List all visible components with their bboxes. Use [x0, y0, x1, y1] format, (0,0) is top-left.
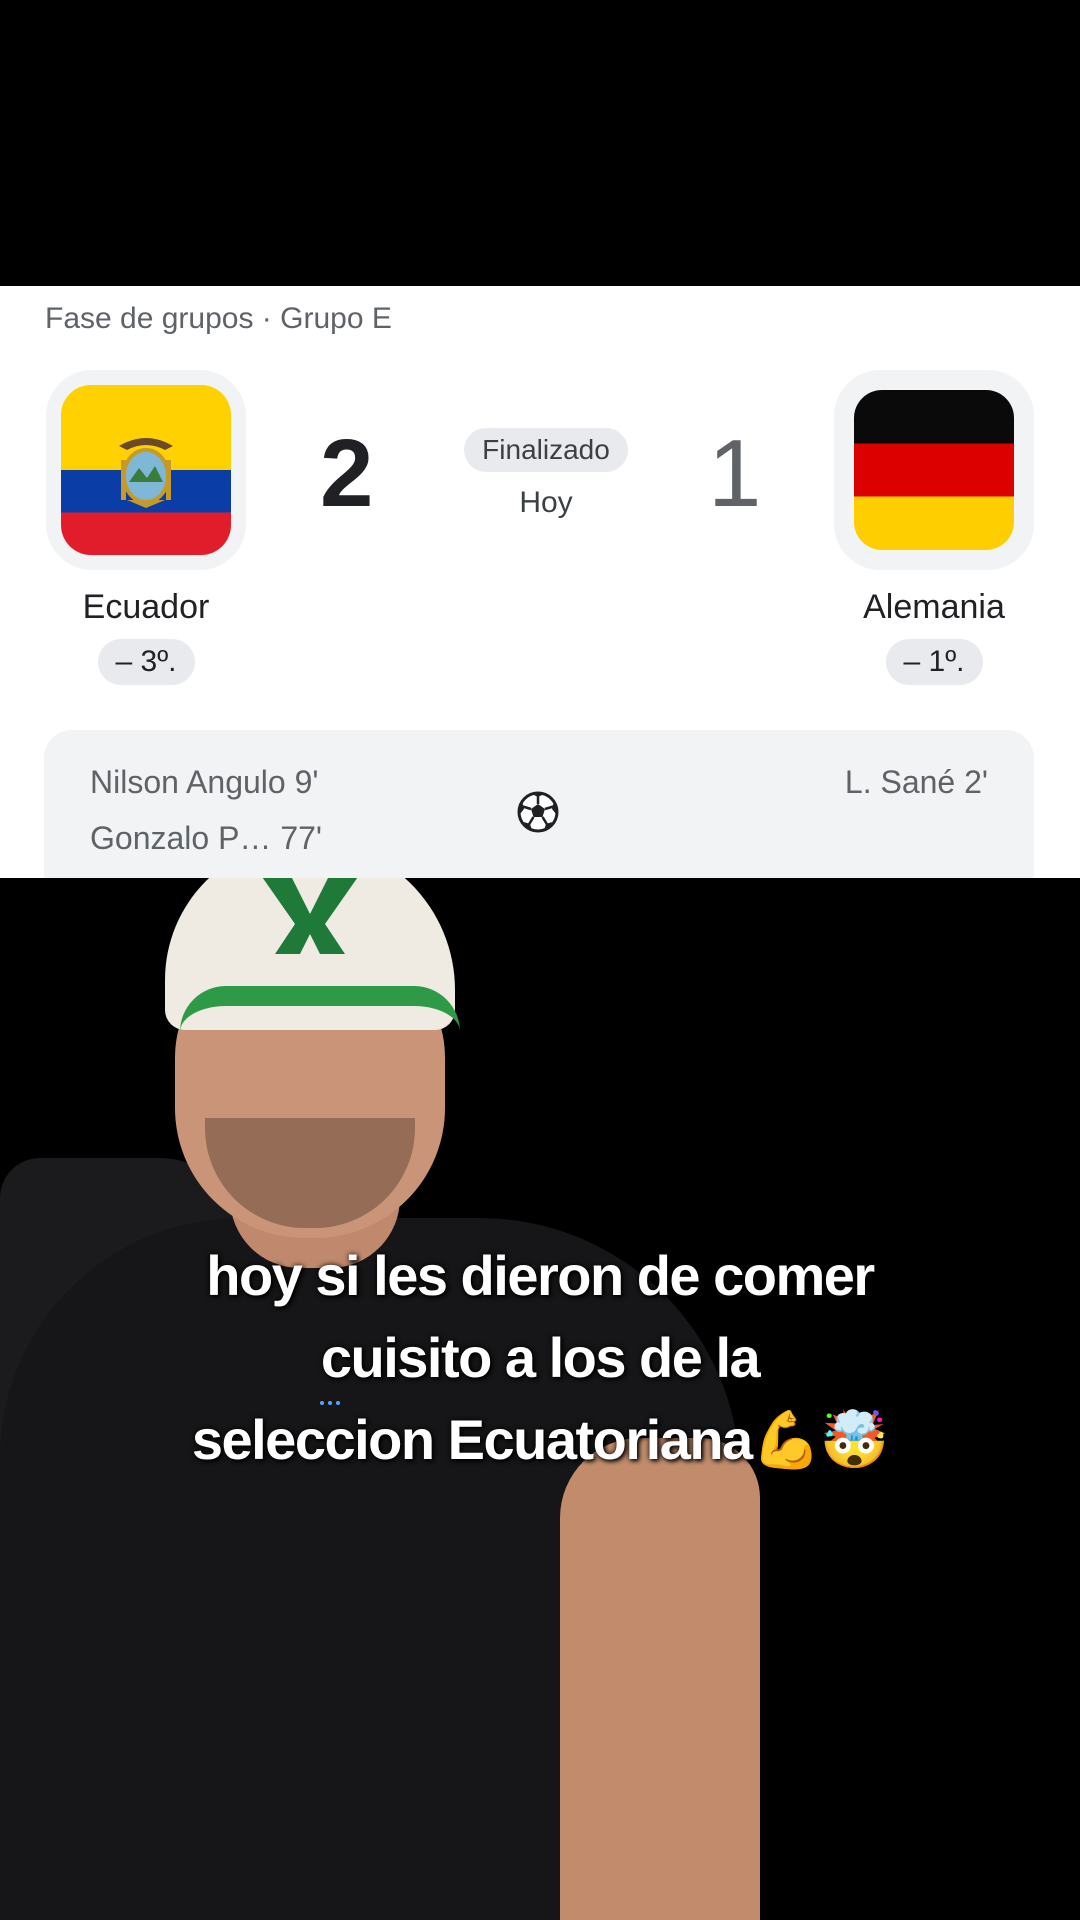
breadcrumb[interactable]: Fase de grupos · Grupo E — [45, 302, 392, 336]
video-caption: hoy si les dieron de comer cuisito a los… — [60, 1235, 1020, 1481]
cap-logo-icon — [262, 878, 358, 954]
coat-of-arms-icon — [119, 438, 173, 508]
away-team-name: Alemania — [863, 588, 1005, 626]
caption-line: seleccion Ecuatoriana💪🤯 — [191, 1408, 890, 1471]
home-scorer: Gonzalo P… 77' — [90, 820, 323, 856]
home-team-flag-tile — [46, 370, 246, 570]
away-score: 1 — [708, 420, 762, 527]
away-team-rank: – 1º. — [885, 639, 983, 685]
status-badge: Finalizado — [464, 428, 628, 472]
home-team-name: Ecuador — [82, 588, 210, 626]
ecuador-flag-icon — [61, 385, 231, 555]
match-score-card[interactable]: Fase de grupos · Grupo E Ecuador – 3º. 2… — [0, 286, 1080, 878]
away-scorers: L. Sané 2' — [845, 754, 988, 810]
match-status: Finalizado Hoy — [448, 428, 644, 520]
home-score: 2 — [320, 420, 374, 527]
goal-scorers-panel[interactable]: Nilson Angulo 9' Gonzalo P… 77' L. Sané … — [44, 730, 1034, 878]
away-team-flag-tile — [834, 370, 1034, 570]
cap-brim — [180, 986, 460, 1032]
match-date: Hoy — [519, 486, 573, 519]
caption-line: cuisito a los de la — [320, 1326, 761, 1389]
home-team[interactable]: Ecuador – 3º. — [36, 370, 256, 685]
home-scorers: Nilson Angulo 9' Gonzalo P… 77' — [90, 754, 322, 866]
away-team[interactable]: Alemania – 1º. — [824, 370, 1044, 685]
home-team-rank: – 3º. — [97, 639, 195, 685]
home-scorer: Nilson Angulo 9' — [90, 764, 319, 800]
germany-flag-icon — [854, 390, 1014, 550]
away-scorer: L. Sané 2' — [844, 764, 988, 800]
screen: Fase de grupos · Grupo E Ecuador – 3º. 2… — [0, 0, 1080, 1920]
soccer-ball-icon — [517, 791, 559, 833]
caption-line: hoy si les dieron de comer — [206, 1244, 875, 1307]
person-arm — [560, 1438, 760, 1920]
